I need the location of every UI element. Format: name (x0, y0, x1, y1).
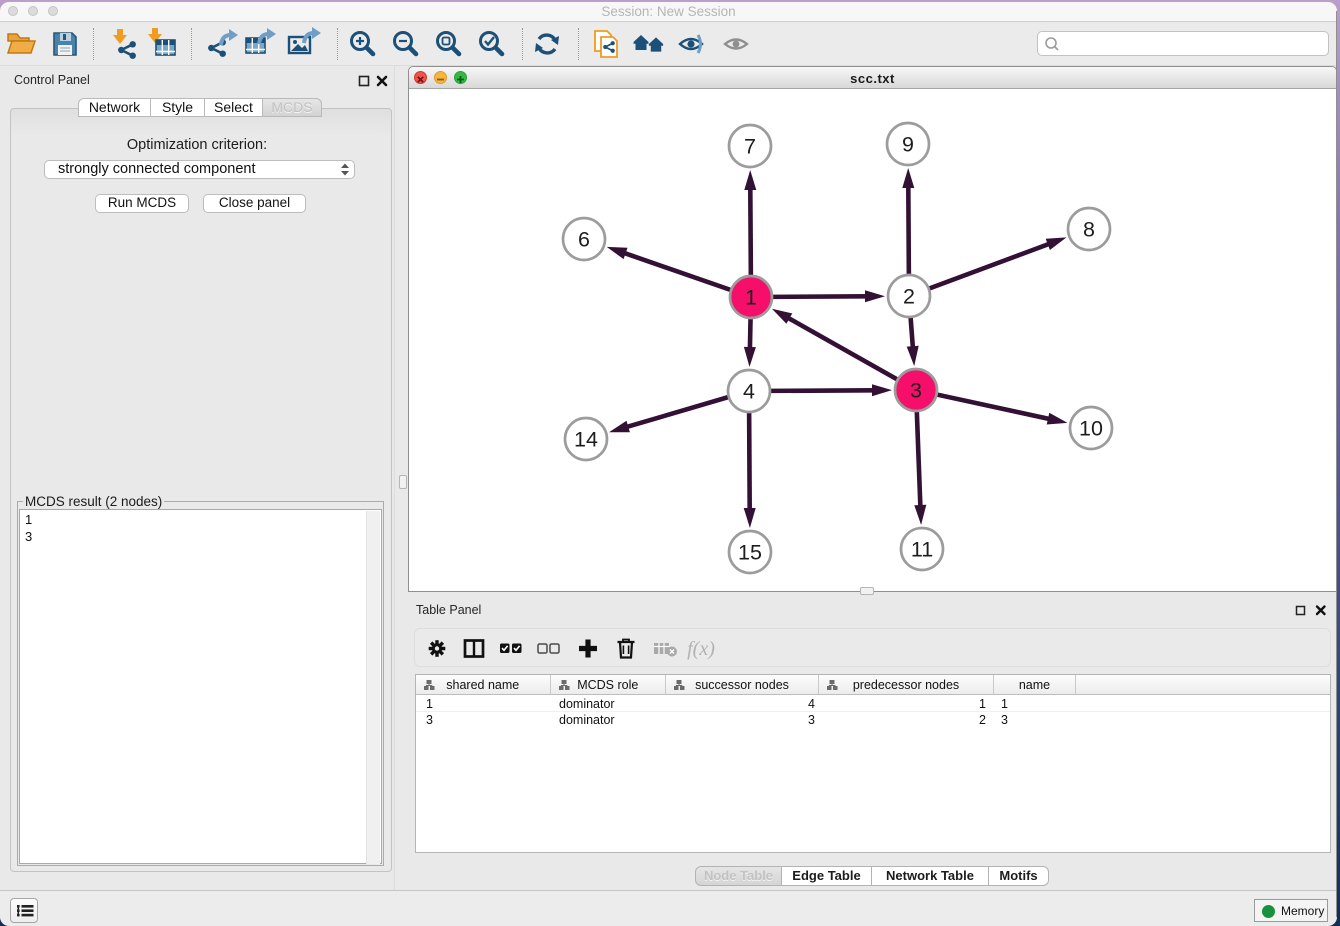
svg-text:3: 3 (910, 379, 922, 403)
svg-text:14: 14 (574, 428, 598, 452)
svg-text:f(x): f(x) (687, 638, 715, 660)
svg-text:8: 8 (1083, 218, 1095, 242)
svg-text:10: 10 (1079, 417, 1103, 441)
svg-text:4: 4 (743, 380, 755, 404)
svg-text:11: 11 (911, 538, 933, 562)
svg-text:9: 9 (902, 133, 914, 157)
svg-text:2: 2 (903, 285, 915, 309)
svg-text:7: 7 (744, 135, 756, 159)
svg-text:15: 15 (738, 541, 762, 565)
svg-text:6: 6 (578, 228, 590, 252)
svg-text:1: 1 (745, 286, 757, 310)
